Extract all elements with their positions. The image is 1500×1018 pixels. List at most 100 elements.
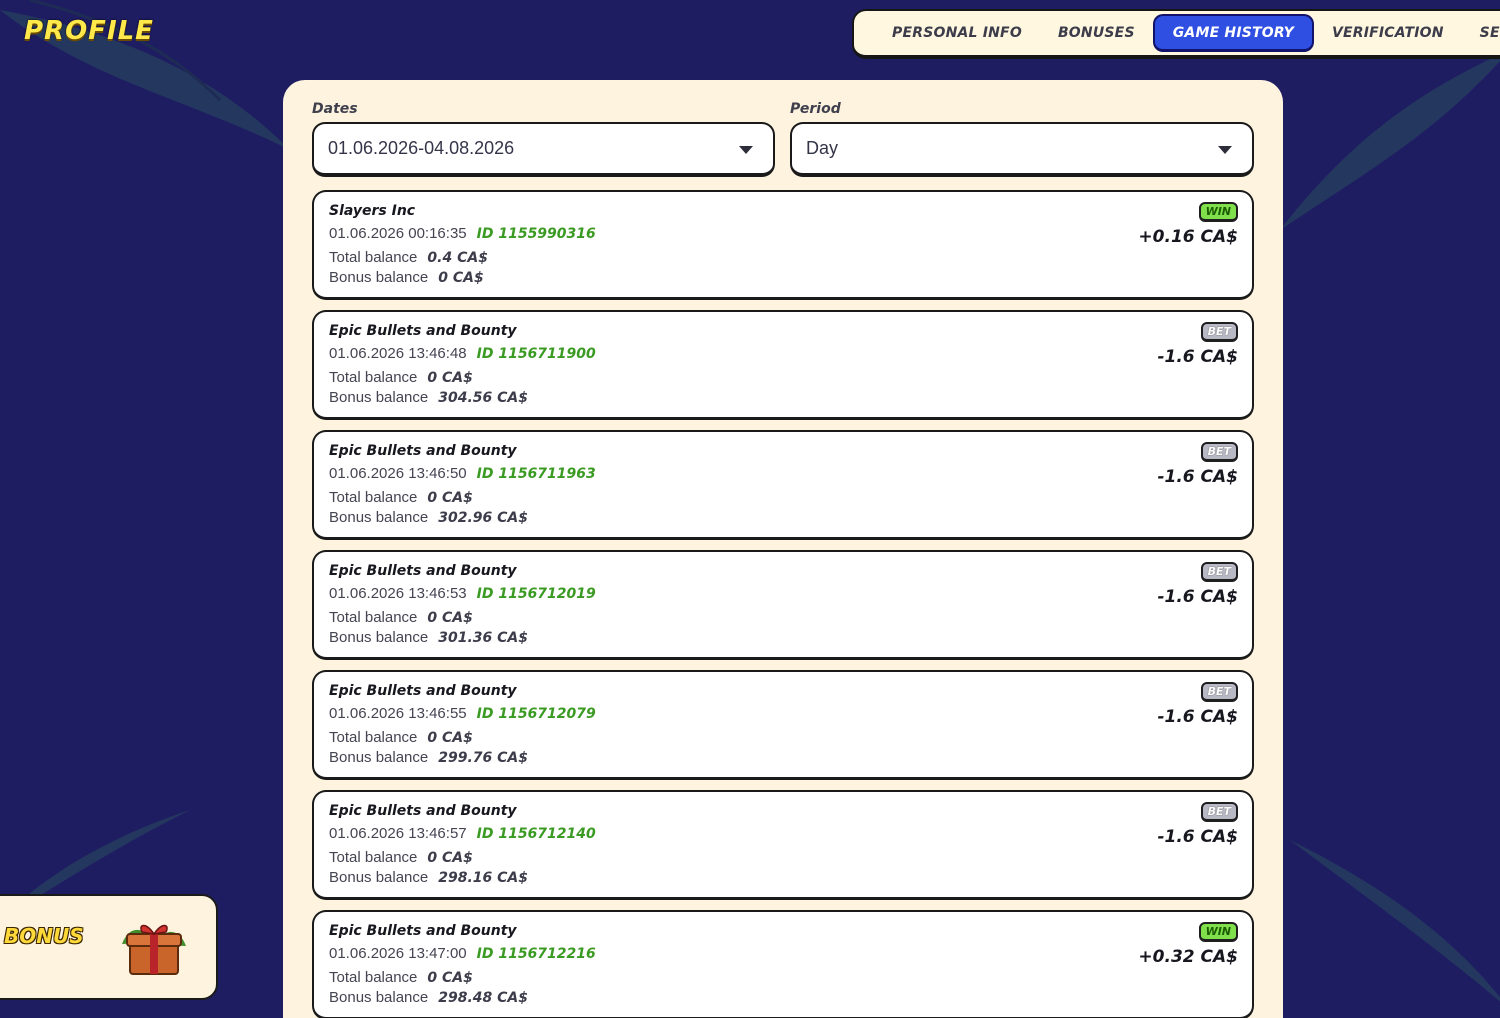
game-history-panel: Dates 01.06.2026-04.08.2026 Period Day S… (283, 80, 1283, 1018)
transaction-meta: 01.06.2026 13:46:53 ID 1156712019 (329, 585, 596, 602)
game-name: Epic Bullets and Bounty (329, 443, 517, 459)
status-badge: BET (1200, 562, 1238, 582)
period-value: Day (806, 138, 839, 158)
total-balance-row: Total balance 0 CA$ (329, 849, 473, 866)
transaction-id: ID 1156712216 (476, 946, 596, 962)
bonus-balance-value: 298.48 CA$ (438, 990, 528, 1006)
bonus-balance-row: Bonus balance 299.76 CA$ (329, 749, 528, 766)
total-balance-label: Total balance (329, 849, 418, 866)
history-item[interactable]: Epic Bullets and Bounty 01.06.2026 13:46… (312, 310, 1254, 420)
transaction-id: ID 1156711963 (476, 466, 596, 482)
bonus-balance-value: 304.56 CA$ (438, 390, 528, 406)
chevron-down-icon (739, 146, 753, 154)
transaction-meta: 01.06.2026 13:46:57 ID 1156712140 (329, 825, 596, 842)
status-badge: BET (1200, 682, 1238, 702)
dates-select[interactable]: 01.06.2026-04.08.2026 (312, 122, 775, 177)
history-item[interactable]: Slayers Inc 01.06.2026 00:16:35 ID 11559… (312, 190, 1254, 300)
profile-tabs: PERSONAL INFO BONUSES GAME HISTORY VERIF… (852, 9, 1500, 59)
transaction-amount: +0.16 CA$ (1138, 227, 1238, 247)
transaction-datetime: 01.06.2026 13:46:48 (329, 345, 467, 362)
transaction-datetime: 01.06.2026 13:46:57 (329, 825, 467, 842)
history-item[interactable]: Epic Bullets and Bounty 01.06.2026 13:46… (312, 550, 1254, 660)
bonus-balance-label: Bonus balance (329, 509, 429, 526)
transaction-datetime: 01.06.2026 00:16:35 (329, 225, 467, 242)
total-balance-row: Total balance 0 CA$ (329, 729, 473, 746)
status-badge: WIN (1198, 922, 1238, 942)
tab-personal-info[interactable]: PERSONAL INFO (874, 14, 1040, 52)
transaction-id: ID 1156712140 (476, 826, 596, 842)
tab-security[interactable]: SECURI (1462, 14, 1500, 52)
total-balance-row: Total balance 0 CA$ (329, 609, 473, 626)
bonus-balance-value: 302.96 CA$ (438, 510, 528, 526)
transaction-amount: -1.6 CA$ (1157, 827, 1238, 847)
dates-value: 01.06.2026-04.08.2026 (328, 138, 515, 158)
total-balance-row: Total balance 0 CA$ (329, 489, 473, 506)
bonus-balance-row: Bonus balance 0 CA$ (329, 269, 484, 286)
game-name: Epic Bullets and Bounty (329, 923, 517, 939)
history-item[interactable]: Epic Bullets and Bounty 01.06.2026 13:46… (312, 790, 1254, 900)
transaction-amount: -1.6 CA$ (1157, 707, 1238, 727)
transaction-id: ID 1155990316 (476, 226, 596, 242)
total-balance-row: Total balance 0 CA$ (329, 369, 473, 386)
bonus-balance-row: Bonus balance 301.36 CA$ (329, 629, 528, 646)
total-balance-label: Total balance (329, 369, 418, 386)
total-balance-label: Total balance (329, 729, 418, 746)
total-balance-value: 0 CA$ (427, 370, 473, 386)
game-name: Epic Bullets and Bounty (329, 803, 517, 819)
total-balance-label: Total balance (329, 969, 418, 986)
transaction-id: ID 1156712079 (476, 706, 596, 722)
transaction-amount: -1.6 CA$ (1157, 467, 1238, 487)
transaction-amount: -1.6 CA$ (1157, 587, 1238, 607)
gift-box-icon (122, 924, 186, 975)
transaction-id: ID 1156712019 (476, 586, 596, 602)
transaction-meta: 01.06.2026 13:46:48 ID 1156711900 (329, 345, 596, 362)
bonus-balance-value: 298.16 CA$ (438, 870, 528, 886)
bonus-balance-row: Bonus balance 304.56 CA$ (329, 389, 528, 406)
total-balance-label: Total balance (329, 489, 418, 506)
status-badge: BET (1200, 442, 1238, 462)
game-name: Slayers Inc (329, 203, 416, 219)
total-balance-row: Total balance 0.4 CA$ (329, 249, 488, 266)
transaction-amount: +0.32 CA$ (1138, 947, 1238, 967)
total-balance-value: 0 CA$ (427, 490, 473, 506)
bonus-widget[interactable]: BONUS (0, 894, 218, 1000)
transaction-meta: 01.06.2026 13:47:00 ID 1156712216 (329, 945, 596, 962)
bonus-label: BONUS (4, 924, 84, 948)
tab-game-history[interactable]: GAME HISTORY (1152, 14, 1314, 52)
status-badge: BET (1200, 322, 1238, 342)
bonus-balance-label: Bonus balance (329, 989, 429, 1006)
history-item[interactable]: Epic Bullets and Bounty 01.06.2026 13:47… (312, 910, 1254, 1018)
total-balance-row: Total balance 0 CA$ (329, 969, 473, 986)
total-balance-value: 0 CA$ (427, 970, 473, 986)
status-badge: BET (1200, 802, 1238, 822)
history-item[interactable]: Epic Bullets and Bounty 01.06.2026 13:46… (312, 430, 1254, 540)
game-name: Epic Bullets and Bounty (329, 563, 517, 579)
bonus-balance-label: Bonus balance (329, 629, 429, 646)
status-badge: WIN (1198, 202, 1238, 222)
bonus-balance-row: Bonus balance 302.96 CA$ (329, 509, 528, 526)
palm-leaf-decoration (1290, 840, 1500, 1002)
chevron-down-icon (1218, 146, 1232, 154)
transaction-meta: 01.06.2026 13:46:55 ID 1156712079 (329, 705, 596, 722)
tab-verification[interactable]: VERIFICATION (1314, 14, 1462, 52)
dates-label: Dates (312, 101, 358, 117)
period-label: Period (790, 101, 841, 117)
transaction-datetime: 01.06.2026 13:46:55 (329, 705, 467, 722)
bonus-balance-value: 299.76 CA$ (438, 750, 528, 766)
total-balance-value: 0.4 CA$ (427, 250, 488, 266)
game-name: Epic Bullets and Bounty (329, 683, 517, 699)
history-item[interactable]: Epic Bullets and Bounty 01.06.2026 13:46… (312, 670, 1254, 780)
game-name: Epic Bullets and Bounty (329, 323, 517, 339)
period-select[interactable]: Day (790, 122, 1254, 177)
total-balance-value: 0 CA$ (427, 610, 473, 626)
transaction-meta: 01.06.2026 00:16:35 ID 1155990316 (329, 225, 596, 242)
tab-bonuses[interactable]: BONUSES (1040, 14, 1153, 52)
total-balance-value: 0 CA$ (427, 850, 473, 866)
bonus-balance-row: Bonus balance 298.48 CA$ (329, 989, 528, 1006)
bonus-balance-label: Bonus balance (329, 269, 429, 286)
bonus-balance-value: 0 CA$ (438, 270, 484, 286)
bonus-balance-label: Bonus balance (329, 869, 429, 886)
total-balance-value: 0 CA$ (427, 730, 473, 746)
transaction-amount: -1.6 CA$ (1157, 347, 1238, 367)
transaction-meta: 01.06.2026 13:46:50 ID 1156711963 (329, 465, 596, 482)
